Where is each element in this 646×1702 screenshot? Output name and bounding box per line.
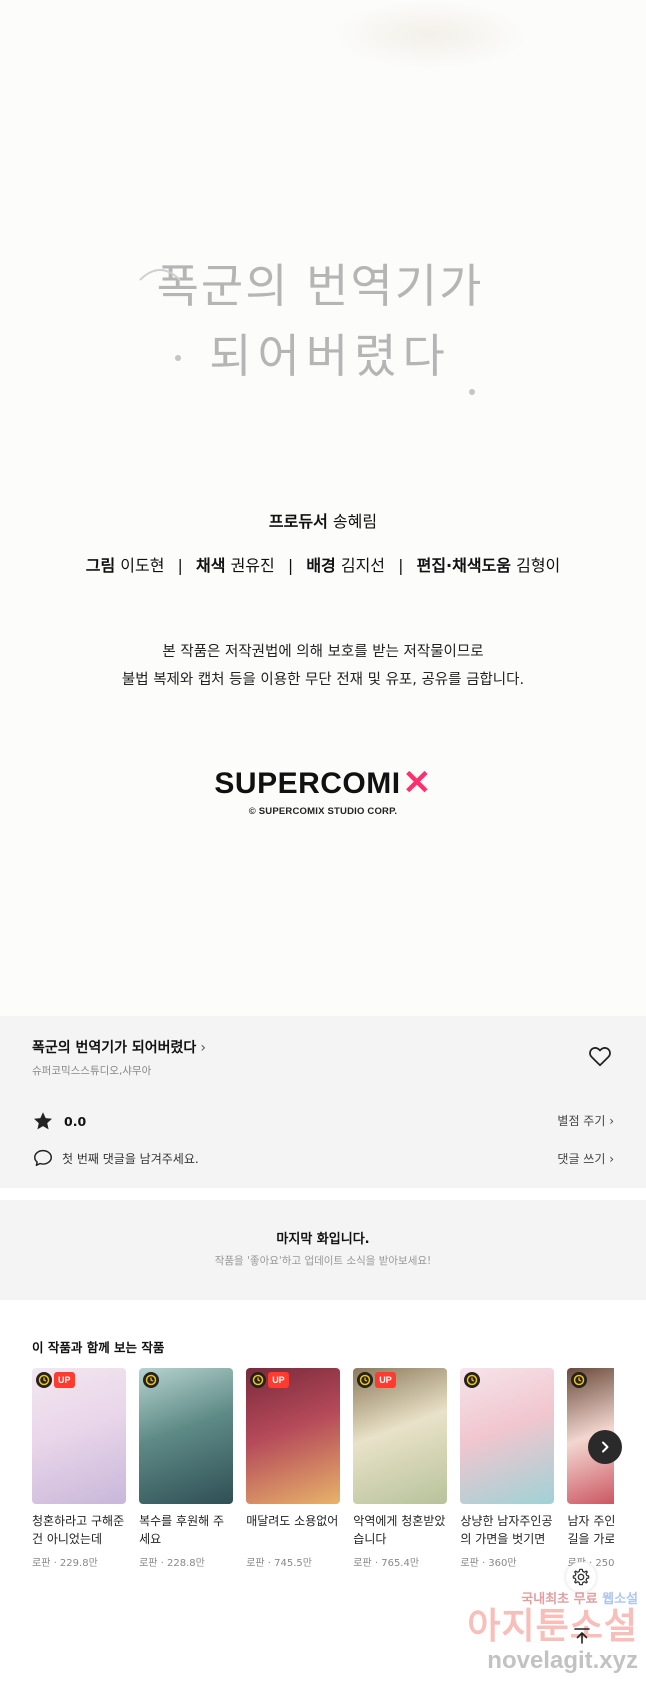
publisher-copyright: © SUPERCOMIX STUDIO CORP.: [248, 806, 398, 817]
reco-card[interactable]: UP 매달려도 소용없어 로판 · 745.5만: [246, 1368, 341, 1569]
watermark-line-1a: 국내최초 무료: [521, 1592, 603, 1607]
recommendations-carousel: UP 청혼하라고 구해준 건 아니었는데 로판 · 229.8만 복수를 후원해…: [32, 1368, 614, 1578]
chevron-right-icon: [602, 1441, 609, 1453]
clock-icon: [36, 1372, 52, 1388]
staff-role-art: 그림: [85, 556, 116, 575]
staff-name-art: 이도현: [120, 556, 165, 575]
write-comment-button[interactable]: 댓글 쓰기 ›: [557, 1150, 614, 1167]
reco-meta: 로판 · 229.8만: [32, 1558, 98, 1569]
carousel-next-button[interactable]: [588, 1430, 622, 1464]
reco-thumbnail: UP: [246, 1368, 341, 1504]
series-title-text: 폭군의 번역기가 되어버렸다: [32, 1040, 197, 1056]
series-title-link[interactable]: 폭군의 번역기가 되어버렸다 ›: [32, 1037, 206, 1057]
staff-credits: 그림 이도현 | 채색 권유진 | 배경 김지선 | 편집·채색도움 김형이: [0, 552, 646, 576]
watermark-line-1b: 웹소설: [602, 1592, 638, 1607]
producer-credit: 프로듀서 송혜림: [0, 508, 646, 532]
site-watermark: 국내최초 무료 웹소설 아지툰소설 novelagit.xyz: [428, 1588, 638, 1698]
staff-name-background: 김지선: [340, 556, 386, 575]
reco-title: 남자 주인공이 앞길을 가로막는다: [567, 1514, 614, 1546]
title-logo-line2: 되어버렸다: [209, 329, 451, 383]
reco-meta: 로판 · 360만: [460, 1558, 517, 1569]
comment-prompt: 첫 번째 댓글을 남겨주세요.: [62, 1151, 199, 1166]
like-button[interactable]: [587, 1043, 613, 1069]
clock-icon: [250, 1372, 267, 1388]
reco-title: 악역에게 청혼받았습니다: [353, 1514, 446, 1546]
last-episode-title: 마지막 화입니다.: [276, 1232, 370, 1247]
reco-meta: 로판 · 745.5만: [246, 1558, 312, 1569]
logo-ornament: [175, 355, 181, 361]
series-title-logo: 폭군의 번역기가 되어버렸다: [139, 259, 484, 395]
reco-card[interactable]: 남자 주인공이 앞길을 가로막는다 로판 · 250.2만: [567, 1368, 614, 1569]
scroll-to-top-button[interactable]: [568, 1622, 596, 1650]
speech-bubble-icon: [34, 1149, 52, 1167]
staff-name-color: 권유진: [230, 556, 275, 575]
reco-card[interactable]: UP 청혼하라고 구해준 건 아니었는데 로판 · 229.8만: [32, 1368, 126, 1569]
reco-title: 매달려도 소용없어: [246, 1514, 339, 1528]
staff-name-editing: 김형이: [516, 556, 561, 575]
reco-title: 청혼하라고 구해준 건 아니었는데: [32, 1514, 125, 1546]
watermark-line-1: 국내최초 무료 웹소설: [428, 1588, 638, 1607]
rating-value: 0.0: [64, 1113, 87, 1129]
gear-icon: [572, 1568, 590, 1586]
clock-icon: [464, 1372, 481, 1388]
star-icon: [34, 1112, 52, 1130]
publisher-logo: SUPERCOMI✕: [0, 762, 646, 802]
comment-prompt-row[interactable]: 첫 번째 댓글을 남겨주세요.: [32, 1147, 199, 1169]
rating-row: 0.0: [32, 1110, 86, 1132]
notice-line-2: 불법 복제와 캡처 등을 이용한 무단 전재 및 유포, 공유를 금합니다.: [121, 672, 525, 688]
heart-icon: [589, 1046, 611, 1067]
clock-icon: [571, 1372, 588, 1388]
publisher-logo-text: SUPERCOMI: [214, 767, 401, 800]
logo-ornament: [469, 389, 475, 395]
credit-separator: |: [398, 556, 404, 575]
reco-title: 복수를 후원해 주세요: [139, 1514, 225, 1546]
reco-thumbnail: [460, 1368, 555, 1504]
reco-thumbnail: UP: [32, 1368, 126, 1504]
staff-role-editing: 편집·채색도움: [416, 556, 512, 575]
copyright-notice: 본 작품은 저작권법에 의해 보호를 받는 저작물이므로 불법 복제와 캡처 등…: [0, 638, 646, 694]
reco-card[interactable]: UP 악역에게 청혼받았습니다 로판 · 765.4만: [353, 1368, 448, 1569]
viewer-settings-button[interactable]: [566, 1562, 596, 1592]
credit-separator: |: [177, 556, 183, 575]
reco-meta: 로판 · 765.4만: [353, 1558, 420, 1569]
reco-title: 상냥한 남자주인공의 가면을 벗기면: [460, 1514, 553, 1546]
artwork-fade: [330, 0, 530, 70]
notice-line-1: 본 작품은 저작권법에 의해 보호를 받는 저작물이므로: [162, 644, 484, 660]
arrow-up-icon: [574, 1628, 590, 1644]
title-logo-line1: 폭군의 번역기가: [157, 259, 484, 313]
up-badge: UP: [54, 1372, 75, 1388]
watermark-line-2: 아지툰소설: [467, 1606, 638, 1647]
staff-role-background: 배경: [306, 556, 336, 575]
up-badge: UP: [268, 1372, 289, 1388]
staff-role-color: 채색: [196, 556, 226, 575]
reco-meta: 로판 · 228.8만: [139, 1558, 205, 1569]
rate-button[interactable]: 별점 주기 ›: [557, 1112, 614, 1129]
chevron-right-icon: ›: [200, 1040, 206, 1056]
clock-icon: [143, 1372, 160, 1388]
clock-icon: [357, 1372, 374, 1388]
producer-role: 프로듀서: [268, 512, 328, 531]
series-authors: 슈퍼코믹스스튜디오,샤무아: [32, 1065, 152, 1077]
credit-separator: |: [287, 556, 294, 575]
watermark-line-3: novelagit.xyz: [487, 1647, 638, 1674]
publisher-logo-x: ✕: [402, 764, 432, 802]
reco-thumbnail: UP: [353, 1368, 448, 1504]
reco-card[interactable]: 상냥한 남자주인공의 가면을 벗기면 로판 · 360만: [460, 1368, 555, 1569]
producer-name: 송혜림: [332, 512, 378, 531]
reco-thumbnail: [139, 1368, 234, 1504]
last-episode-panel: [0, 1200, 646, 1300]
up-badge: UP: [375, 1372, 396, 1388]
last-episode-subtitle: 작품을 '좋아요'하고 업데이트 소식을 받아보세요!: [214, 1255, 432, 1267]
recommendations-heading: 이 작품과 함께 보는 작품: [32, 1340, 165, 1355]
reco-card[interactable]: 복수를 후원해 주세요 로판 · 228.8만: [139, 1368, 234, 1569]
episode-credits-page: 폭군의 번역기가 되어버렸다 프로듀서 송혜림 그림 이도현 | 채색 권유진 …: [0, 0, 646, 1016]
